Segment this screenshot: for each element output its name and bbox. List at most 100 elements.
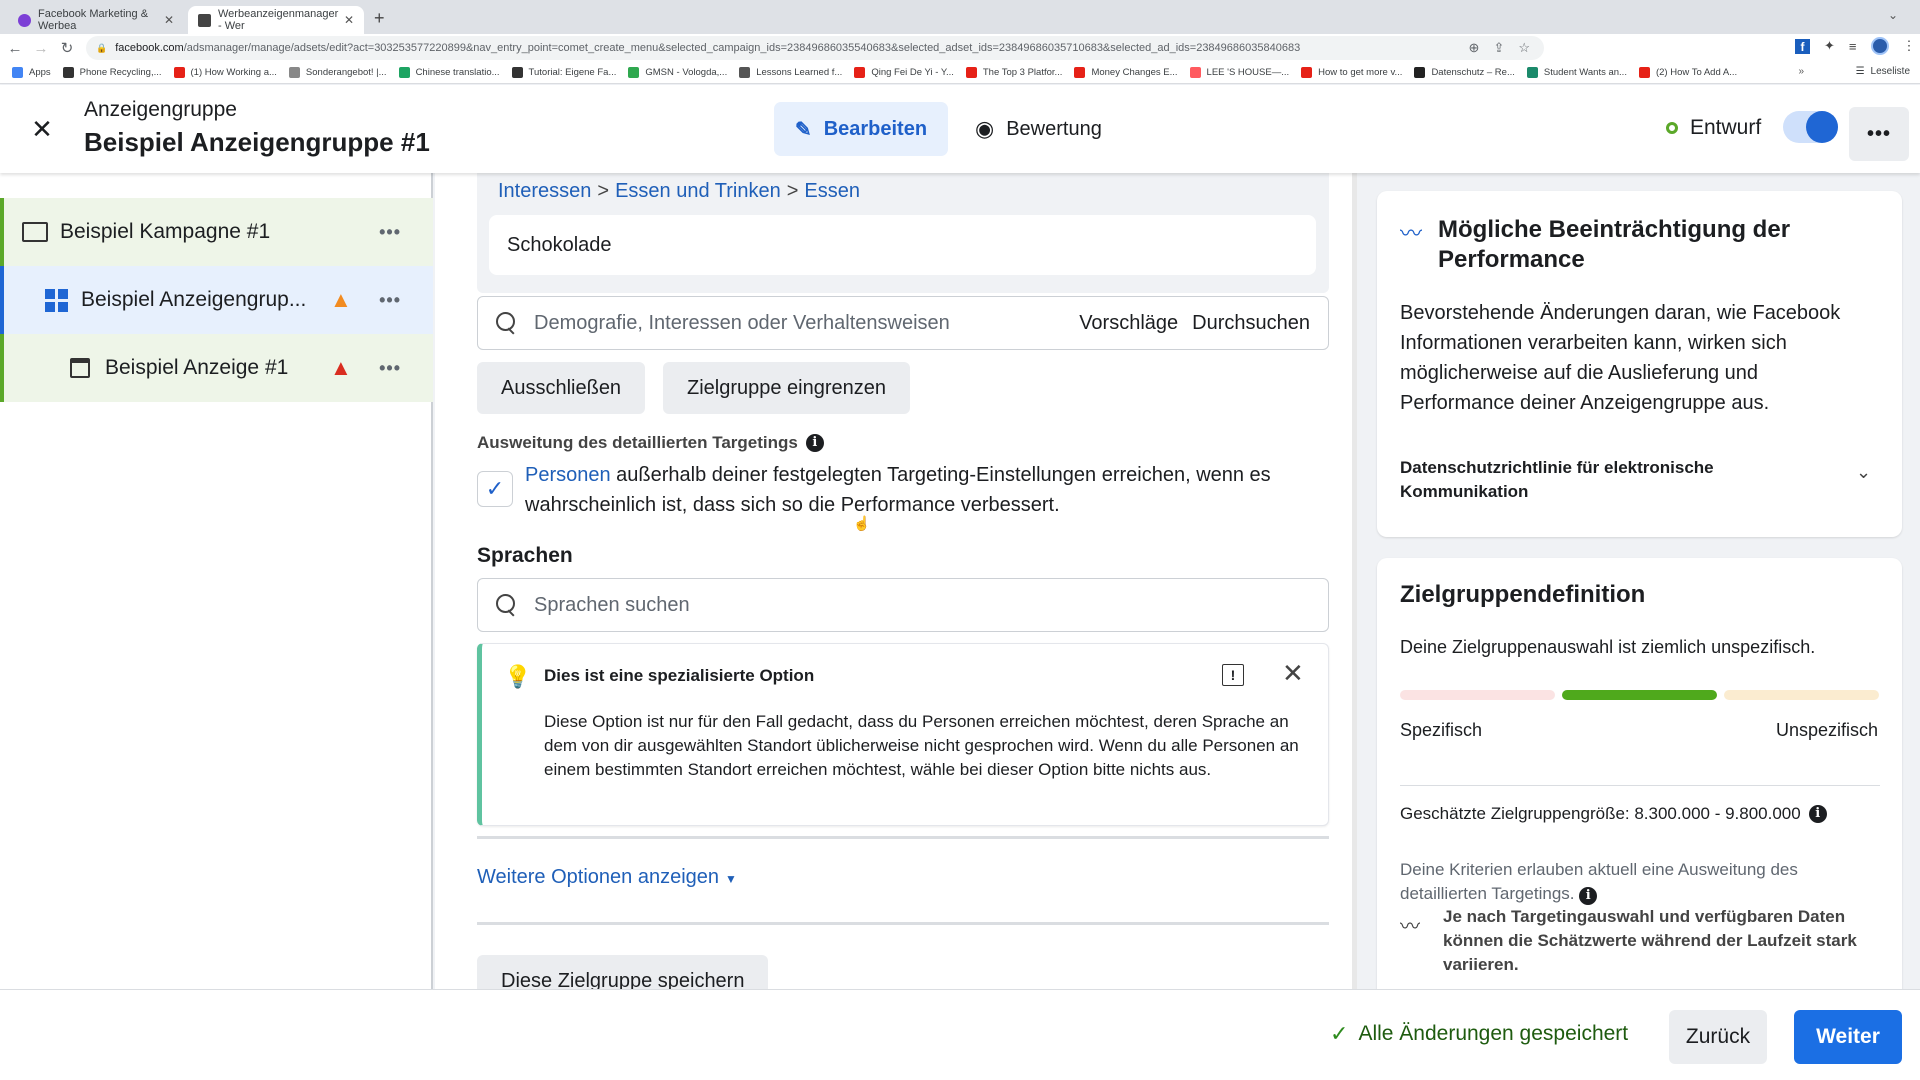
more-icon[interactable]: ••• bbox=[379, 222, 401, 243]
tab-search-chevron-icon[interactable]: ⌄ bbox=[1888, 8, 1898, 22]
feedback-icon[interactable]: ! bbox=[1222, 664, 1244, 686]
bookmark-item[interactable]: Tutorial: Eigene Fa... bbox=[511, 67, 616, 78]
reload-icon[interactable]: ↻ bbox=[56, 39, 78, 57]
bookmark-favicon-icon bbox=[288, 67, 300, 78]
bookmark-item[interactable]: How to get more v... bbox=[1301, 67, 1402, 78]
divider bbox=[1400, 785, 1880, 786]
bookmark-item[interactable]: Sonderangebot! |... bbox=[288, 67, 387, 78]
ad-icon bbox=[70, 358, 90, 378]
tab-close-icon[interactable]: ✕ bbox=[344, 13, 354, 27]
info-icon[interactable]: i bbox=[1579, 887, 1598, 905]
sidebar-item-adset[interactable]: Beispiel Anzeigengrup... ▲ ••• bbox=[0, 266, 433, 334]
selected-interest-chip[interactable]: Schokolade bbox=[489, 215, 1316, 275]
tab-close-icon[interactable]: ✕ bbox=[164, 13, 174, 27]
back-arrow-icon[interactable]: ← bbox=[4, 40, 26, 57]
bookmark-item[interactable]: LEE 'S HOUSE—... bbox=[1189, 67, 1289, 78]
reading-list-button[interactable]: ☰ Leseliste bbox=[1856, 66, 1910, 77]
browser-menu-icon[interactable]: ⋮ bbox=[1903, 38, 1916, 54]
browser-tab-active[interactable]: Werbeanzeigenmanager - Wer ✕ bbox=[188, 6, 364, 34]
reading-list-icon: ☰ bbox=[1855, 66, 1865, 77]
extensions-puzzle-icon[interactable]: ✦ bbox=[1824, 38, 1835, 54]
bookmark-item[interactable]: Student Wants an... bbox=[1526, 67, 1627, 78]
trend-icon: 〰 bbox=[1400, 221, 1423, 246]
breadcrumb-item[interactable]: Essen und Trinken bbox=[615, 180, 781, 202]
back-button[interactable]: Zurück bbox=[1669, 1010, 1767, 1064]
bookmark-favicon-icon bbox=[965, 67, 977, 78]
new-tab-button[interactable]: + bbox=[374, 8, 385, 29]
status-bar bbox=[0, 266, 4, 334]
more-icon[interactable]: ••• bbox=[379, 290, 401, 311]
breadcrumb: Interessen > Essen und Trinken > Essen bbox=[498, 180, 861, 202]
bookmark-star-icon[interactable]: ☆ bbox=[1518, 40, 1530, 56]
breadcrumb-item[interactable]: Interessen bbox=[498, 180, 591, 202]
bookmark-item[interactable]: Money Changes E... bbox=[1074, 67, 1178, 78]
browser-tab[interactable]: Facebook Marketing & Werbea ✕ bbox=[8, 6, 184, 34]
media-playlist-icon[interactable]: ≡ bbox=[1849, 39, 1857, 54]
show-more-options-link[interactable]: Weitere Optionen anzeigen ▼ bbox=[477, 866, 737, 889]
sidebar-item-campaign[interactable]: Beispiel Kampagne #1 ••• bbox=[0, 198, 433, 266]
bookmark-item[interactable]: Phone Recycling,... bbox=[62, 67, 162, 78]
chevron-down-icon[interactable]: ⌄ bbox=[1856, 462, 1871, 483]
tab-title: Facebook Marketing & Werbea bbox=[38, 8, 149, 32]
facebook-extension-icon[interactable]: f bbox=[1795, 38, 1810, 54]
adset-grid-icon bbox=[45, 288, 68, 312]
bookmark-item[interactable]: Chinese translatio... bbox=[398, 67, 500, 78]
more-options-button[interactable]: ••• bbox=[1849, 107, 1909, 161]
next-button[interactable]: Weiter bbox=[1794, 1010, 1902, 1064]
narrow-audience-button[interactable]: Zielgruppe eingrenzen bbox=[663, 362, 911, 414]
zoom-icon[interactable]: ⊕ bbox=[1469, 40, 1480, 56]
close-icon[interactable]: ✕ bbox=[28, 115, 56, 143]
bookmark-item[interactable]: Lessons Learned f... bbox=[739, 67, 842, 78]
more-icon[interactable]: ••• bbox=[379, 358, 401, 379]
caret-down-icon: ▼ bbox=[725, 872, 737, 886]
bookmark-favicon-icon bbox=[62, 67, 74, 78]
bookmark-item[interactable]: Datenschutz – Re... bbox=[1414, 67, 1515, 78]
bookmark-favicon-icon bbox=[1414, 67, 1426, 78]
criteria-text: Deine Kriterien erlauben aktuell eine Au… bbox=[1400, 860, 1798, 903]
criteria-note: Deine Kriterien erlauben aktuell eine Au… bbox=[1400, 858, 1870, 906]
review-tab-button[interactable]: ◉ Bewertung bbox=[975, 102, 1102, 156]
bookmark-favicon-icon bbox=[1526, 67, 1538, 78]
bookmark-favicon-icon bbox=[1074, 67, 1086, 78]
adset-toggle[interactable] bbox=[1783, 111, 1838, 143]
share-icon[interactable]: ⇪ bbox=[1493, 40, 1504, 56]
audience-summary: Deine Zielgruppenauswahl ist ziemlich un… bbox=[1400, 637, 1816, 657]
warning-icon[interactable]: ▲ bbox=[330, 287, 352, 313]
address-bar[interactable]: 🔒 facebook.com/adsmanager/manage/adsets/… bbox=[86, 36, 1544, 60]
privacy-policy-expander[interactable]: Datenschutzrichtlinie für elektronische … bbox=[1400, 456, 1800, 504]
bookmark-item[interactable]: The Top 3 Platfor... bbox=[965, 67, 1062, 78]
estimate-variance-note: Je nach Targetingauswahl und verfügbaren… bbox=[1443, 907, 1857, 974]
people-link[interactable]: Personen bbox=[525, 464, 611, 486]
bookmark-item[interactable]: (2) How To Add A... bbox=[1638, 67, 1737, 78]
bookmark-label: Student Wants an... bbox=[1543, 67, 1627, 78]
browser-toolbar: ← → ↻ 🔒 facebook.com/adsmanager/manage/a… bbox=[0, 34, 1920, 62]
detailed-targeting-search-input[interactable]: Demografie, Interessen oder Verhaltenswe… bbox=[477, 296, 1329, 350]
bookmark-item[interactable]: Qing Fei De Yi - Y... bbox=[854, 67, 954, 78]
perf-card-body: Bevorstehende Änderungen daran, wie Face… bbox=[1400, 302, 1841, 414]
profile-avatar[interactable] bbox=[1870, 37, 1889, 55]
info-icon[interactable]: i bbox=[805, 434, 824, 452]
close-icon[interactable]: ✕ bbox=[1282, 658, 1304, 689]
expansion-label: Ausweitung des detaillierten Targetings … bbox=[477, 433, 824, 453]
exclude-button[interactable]: Ausschließen bbox=[477, 362, 646, 414]
meter-segment-active bbox=[1562, 690, 1717, 700]
more-bookmarks-icon[interactable]: » bbox=[1798, 66, 1804, 77]
expansion-checkbox[interactable]: ✓ bbox=[477, 471, 513, 507]
saved-label: Alle Änderungen gespeichert bbox=[1358, 1022, 1629, 1045]
bookmark-item[interactable]: (1) How Working a... bbox=[173, 67, 277, 78]
sidebar-item-ad[interactable]: Beispiel Anzeige #1 ▲ ••• bbox=[0, 334, 433, 402]
bookmark-item[interactable]: GMSN - Vologda,... bbox=[628, 67, 727, 78]
edit-tab-button[interactable]: ✎ Bearbeiten bbox=[774, 102, 948, 156]
languages-placeholder: Sprachen suchen bbox=[534, 593, 690, 616]
bookmark-favicon-icon bbox=[628, 67, 640, 78]
error-icon[interactable]: ▲ bbox=[330, 355, 352, 381]
lock-icon: 🔒 bbox=[96, 42, 108, 53]
breadcrumb-item[interactable]: Essen bbox=[804, 180, 860, 202]
info-icon[interactable]: i bbox=[1808, 805, 1827, 823]
forward-arrow-icon[interactable]: → bbox=[30, 40, 52, 57]
languages-search-input[interactable]: Sprachen suchen bbox=[477, 578, 1329, 632]
bookmark-label: Apps bbox=[29, 67, 51, 78]
suggestions-link[interactable]: Vorschläge bbox=[1079, 312, 1178, 335]
browse-link[interactable]: Durchsuchen bbox=[1192, 312, 1310, 335]
bookmark-item[interactable]: Apps bbox=[12, 67, 51, 78]
